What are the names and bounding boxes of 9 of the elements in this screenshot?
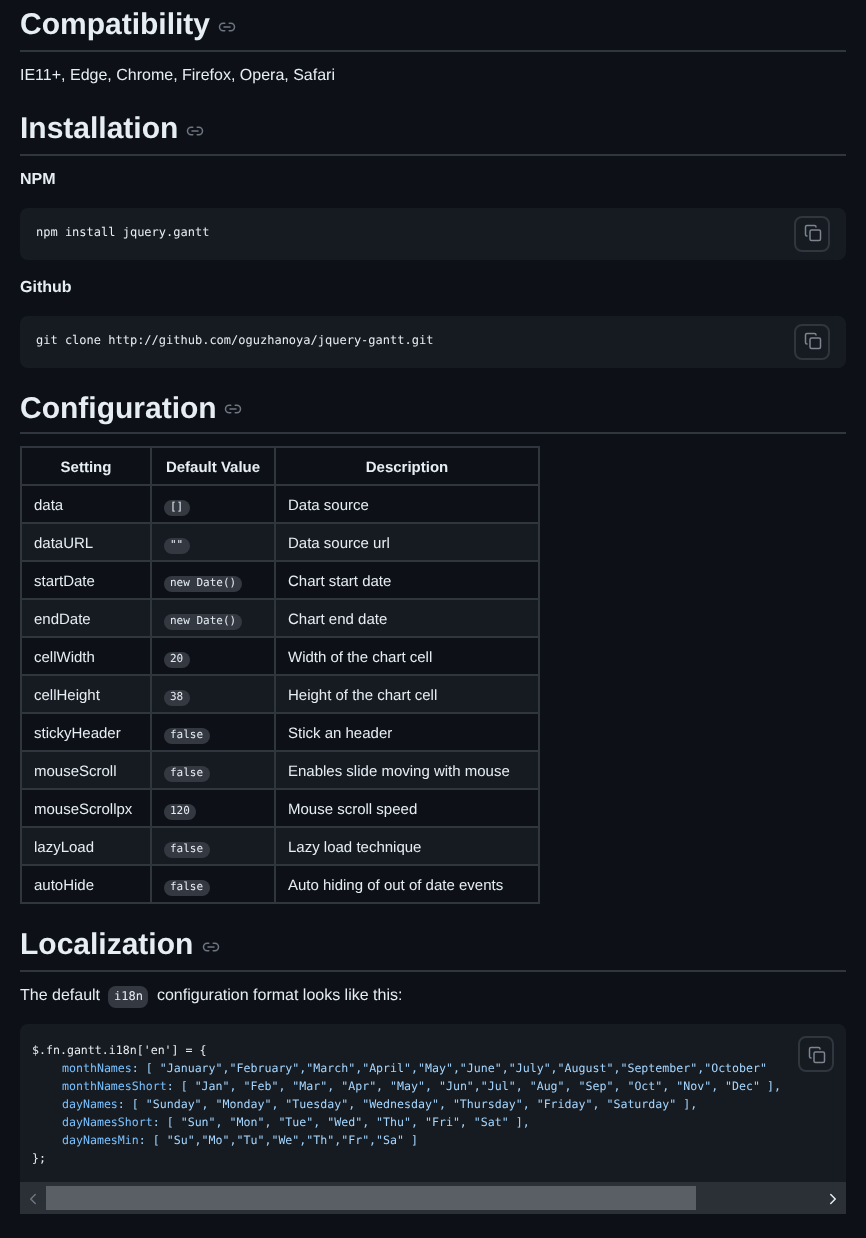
subheading: Github xyxy=(20,275,74,299)
section-heading: Compatibility xyxy=(20,8,211,46)
section-heading: Configuration xyxy=(20,391,217,429)
paragraph: IE11+, Edge, Chrome, Firefox, Opera, Safari xyxy=(20,63,337,88)
section-heading: Localization xyxy=(20,928,194,966)
paragraph-text: The default xyxy=(20,984,101,1008)
paragraph-text: configuration format looks like this: xyxy=(156,984,403,1008)
section-heading: Installation xyxy=(20,111,179,149)
subheading: NPM xyxy=(20,167,58,191)
